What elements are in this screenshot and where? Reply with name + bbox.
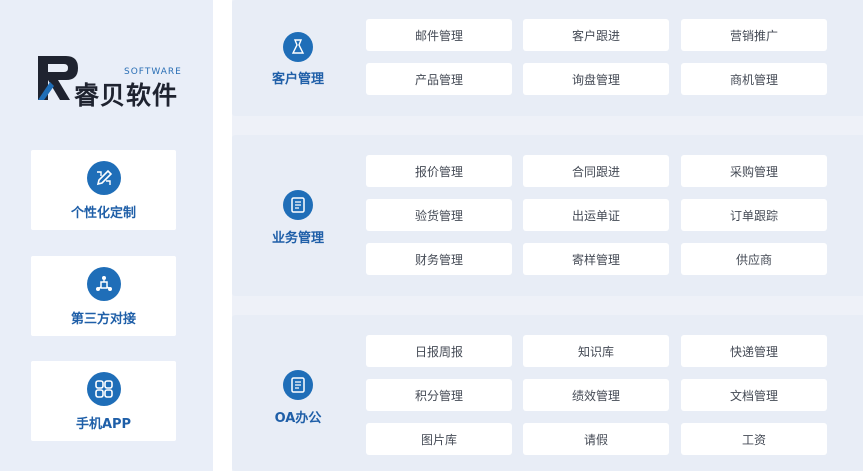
module-button[interactable]: 图片库 bbox=[366, 423, 512, 455]
module-button[interactable]: 文档管理 bbox=[681, 379, 827, 411]
module-button[interactable]: 合同跟进 bbox=[523, 155, 669, 187]
module-button[interactable]: 采购管理 bbox=[681, 155, 827, 187]
network-nodes-icon bbox=[87, 267, 121, 301]
feature-label: 第三方对接 bbox=[70, 312, 136, 327]
module-button[interactable]: 订单跟踪 bbox=[681, 199, 827, 231]
module-button[interactable]: 邮件管理 bbox=[366, 19, 512, 51]
pencil-ruler-icon bbox=[87, 161, 121, 195]
module-button[interactable]: 积分管理 bbox=[366, 379, 512, 411]
module-button[interactable]: 绩效管理 bbox=[523, 379, 669, 411]
section-title: 业务管理 bbox=[271, 231, 324, 246]
module-button[interactable]: 供应商 bbox=[681, 243, 827, 275]
module-button[interactable]: 知识库 bbox=[523, 335, 669, 367]
brand-logo[interactable]: SOFTWARE 睿贝软件 bbox=[36, 52, 186, 110]
module-button[interactable]: 工资 bbox=[681, 423, 827, 455]
section-title: 客户管理 bbox=[271, 72, 324, 87]
feature-card-customization[interactable]: 个性化定制 bbox=[31, 150, 176, 230]
module-button[interactable]: 产品管理 bbox=[366, 63, 512, 95]
section-title: OA办公 bbox=[274, 411, 322, 426]
section-customer-management: 客户管理 邮件管理 客户跟进 营销推广 产品管理 询盘管理 商机管理 bbox=[232, 0, 863, 116]
module-button[interactable]: 营销推广 bbox=[681, 19, 827, 51]
brand-name: 睿贝软件 bbox=[74, 81, 179, 110]
module-button[interactable]: 财务管理 bbox=[366, 243, 512, 275]
divider-strip bbox=[213, 0, 232, 471]
section-oa-office: OA办公 日报周报 知识库 快递管理 积分管理 绩效管理 文档管理 图片库 请假… bbox=[232, 315, 863, 471]
app-grid-icon bbox=[87, 372, 121, 406]
business-icon bbox=[283, 190, 313, 220]
module-button[interactable]: 验货管理 bbox=[366, 199, 512, 231]
left-panel: SOFTWARE 睿贝软件 个性化定制 第三方对接 手机APP bbox=[0, 0, 213, 471]
logo-mark-icon bbox=[38, 56, 78, 100]
office-icon bbox=[283, 370, 313, 400]
module-button[interactable]: 客户跟进 bbox=[523, 19, 669, 51]
module-button[interactable]: 日报周报 bbox=[366, 335, 512, 367]
module-button[interactable]: 寄样管理 bbox=[523, 243, 669, 275]
module-button[interactable]: 报价管理 bbox=[366, 155, 512, 187]
customer-icon bbox=[283, 32, 313, 62]
module-button[interactable]: 商机管理 bbox=[681, 63, 827, 95]
section-business-management: 业务管理 报价管理 合同跟进 采购管理 验货管理 出运单证 订单跟踪 财务管理 … bbox=[232, 135, 863, 296]
module-button[interactable]: 询盘管理 bbox=[523, 63, 669, 95]
module-button[interactable]: 请假 bbox=[523, 423, 669, 455]
feature-card-mobile-app[interactable]: 手机APP bbox=[31, 361, 176, 441]
module-button[interactable]: 快递管理 bbox=[681, 335, 827, 367]
feature-label: 个性化定制 bbox=[70, 206, 136, 221]
feature-label: 手机APP bbox=[75, 417, 132, 432]
module-button[interactable]: 出运单证 bbox=[523, 199, 669, 231]
feature-card-third-party[interactable]: 第三方对接 bbox=[31, 256, 176, 336]
